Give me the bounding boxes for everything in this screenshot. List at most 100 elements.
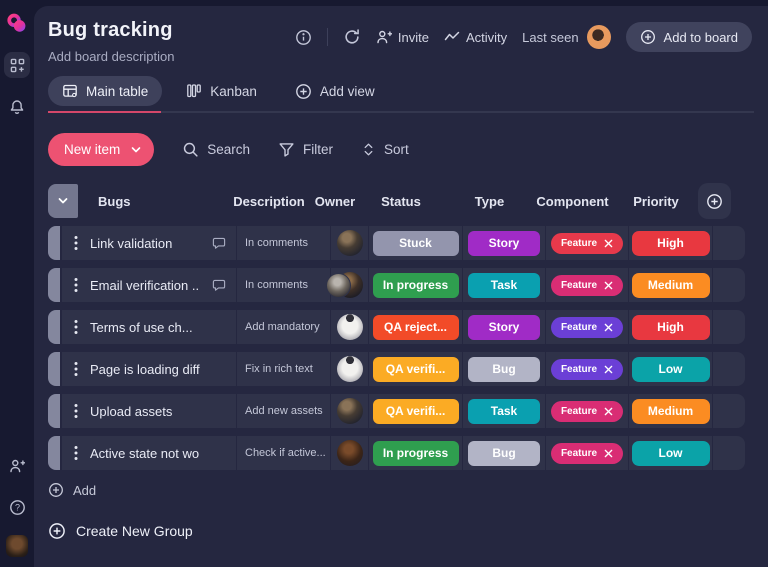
bug-description[interactable]: Check if active...	[245, 447, 326, 459]
info-icon[interactable]	[295, 29, 312, 46]
component-badge[interactable]: Feature	[551, 443, 623, 464]
user-avatar[interactable]	[6, 535, 28, 557]
type-badge[interactable]: Bug	[468, 357, 540, 382]
column-header-priority[interactable]: Priority	[614, 194, 698, 209]
table-row[interactable]: Link validation In comments Stuck Story	[48, 226, 768, 260]
table-row[interactable]: Terms of use ch... Add mandatory QA reje…	[48, 310, 768, 344]
type-badge[interactable]: Bug	[468, 441, 540, 466]
status-badge[interactable]: In progress	[373, 441, 459, 466]
notifications-bell-icon[interactable]	[4, 94, 30, 120]
table-row[interactable]: Page is loading diff... Fix in rich text…	[48, 352, 768, 386]
status-badge[interactable]: QA reject...	[373, 315, 459, 340]
chevron-down-icon	[57, 195, 69, 207]
help-icon[interactable]: ?	[4, 494, 30, 520]
sort-button[interactable]: Sort	[361, 142, 409, 157]
collapse-group-button[interactable]	[48, 184, 78, 218]
priority-badge[interactable]: High	[632, 315, 710, 340]
table-row[interactable]: Active state not wor.. Check if active..…	[48, 436, 768, 470]
component-badge[interactable]: Feature	[551, 401, 623, 422]
add-item-button[interactable]: Add	[48, 482, 96, 498]
remove-tag-icon[interactable]	[604, 365, 613, 374]
board-description-input[interactable]: Add board description	[48, 49, 174, 64]
priority-badge[interactable]: Low	[632, 357, 710, 382]
new-item-button[interactable]: New item	[48, 133, 154, 166]
row-menu-icon[interactable]	[74, 277, 78, 293]
component-badge[interactable]: Feature	[551, 275, 623, 296]
last-seen[interactable]: Last seen	[522, 25, 610, 49]
bug-name[interactable]: Terms of use ch...	[90, 320, 193, 335]
comment-icon[interactable]	[212, 236, 226, 250]
row-menu-icon[interactable]	[74, 361, 78, 377]
add-to-board-button[interactable]: Add to board	[626, 22, 752, 52]
bug-name[interactable]: Email verification ...	[90, 278, 200, 293]
row-menu-icon[interactable]	[74, 319, 78, 335]
bug-description[interactable]: In comments	[245, 279, 308, 291]
owner-avatar[interactable]	[337, 398, 363, 424]
group-color-strip	[48, 268, 60, 302]
component-badge[interactable]: Feature	[551, 233, 623, 254]
remove-tag-icon[interactable]	[604, 407, 613, 416]
owner-avatar[interactable]	[337, 440, 363, 466]
column-header-status[interactable]: Status	[354, 194, 448, 209]
type-badge[interactable]: Task	[468, 399, 540, 424]
invite-person-icon[interactable]	[4, 453, 30, 479]
sidebar: ?	[0, 0, 34, 567]
priority-badge[interactable]: Medium	[632, 273, 710, 298]
app-logo-icon[interactable]	[5, 12, 29, 36]
type-badge[interactable]: Task	[468, 273, 540, 298]
row-menu-icon[interactable]	[74, 235, 78, 251]
tab-add-view[interactable]: Add view	[281, 76, 389, 106]
invite-button[interactable]: Invite	[376, 29, 429, 45]
column-header-bugs[interactable]: Bugs	[78, 194, 222, 209]
owner-avatar[interactable]	[337, 272, 363, 298]
owner-avatar[interactable]	[337, 230, 363, 256]
component-cell: Feature	[545, 352, 628, 386]
search-button[interactable]: Search	[182, 141, 250, 158]
status-badge[interactable]: Stuck	[373, 231, 459, 256]
table-row[interactable]: Email verification ... In comments In pr…	[48, 268, 768, 302]
status-badge[interactable]: In progress	[373, 273, 459, 298]
bug-name[interactable]: Link validation	[90, 236, 172, 251]
remove-tag-icon[interactable]	[604, 281, 613, 290]
table-row[interactable]: Upload assets Add new assets QA verifi..…	[48, 394, 768, 428]
column-header-component[interactable]: Component	[531, 194, 614, 209]
row-menu-icon[interactable]	[74, 445, 78, 461]
tab-label: Kanban	[210, 84, 257, 99]
priority-badge[interactable]: High	[632, 231, 710, 256]
priority-badge[interactable]: Low	[632, 441, 710, 466]
comment-icon[interactable]	[212, 278, 226, 292]
bug-name[interactable]: Active state not wor..	[90, 446, 200, 461]
tab-main-table[interactable]: Main table	[48, 76, 162, 106]
type-badge[interactable]: Story	[468, 231, 540, 256]
remove-tag-icon[interactable]	[604, 239, 613, 248]
add-column-button[interactable]	[698, 183, 731, 219]
column-header-owner[interactable]: Owner	[316, 194, 354, 209]
component-badge[interactable]: Feature	[551, 317, 623, 338]
owner-avatar[interactable]	[337, 314, 363, 340]
tab-kanban[interactable]: Kanban	[172, 76, 271, 106]
type-badge[interactable]: Story	[468, 315, 540, 340]
workspace-grid-add-icon[interactable]	[4, 52, 30, 78]
remove-tag-icon[interactable]	[604, 323, 613, 332]
last-seen-avatar[interactable]	[587, 25, 611, 49]
bug-name[interactable]: Upload assets	[90, 404, 172, 419]
filter-button[interactable]: Filter	[278, 141, 333, 158]
svg-text:?: ?	[14, 502, 19, 512]
bug-description[interactable]: In comments	[245, 237, 308, 249]
bug-name[interactable]: Page is loading diff...	[90, 362, 200, 377]
bug-description[interactable]: Fix in rich text	[245, 363, 313, 375]
column-header-description[interactable]: Description	[222, 194, 316, 209]
status-badge[interactable]: QA verifi...	[373, 399, 459, 424]
component-badge[interactable]: Feature	[551, 359, 623, 380]
remove-tag-icon[interactable]	[604, 449, 613, 458]
column-header-type[interactable]: Type	[448, 194, 531, 209]
owner-avatar[interactable]	[337, 356, 363, 382]
row-menu-icon[interactable]	[74, 403, 78, 419]
bug-description[interactable]: Add new assets	[245, 405, 323, 417]
sync-icon[interactable]	[343, 28, 361, 46]
status-badge[interactable]: QA verifi...	[373, 357, 459, 382]
priority-badge[interactable]: Medium	[632, 399, 710, 424]
bug-description[interactable]: Add mandatory	[245, 321, 320, 333]
activity-button[interactable]: Activity	[444, 29, 507, 45]
create-new-group-button[interactable]: Create New Group	[48, 522, 193, 540]
